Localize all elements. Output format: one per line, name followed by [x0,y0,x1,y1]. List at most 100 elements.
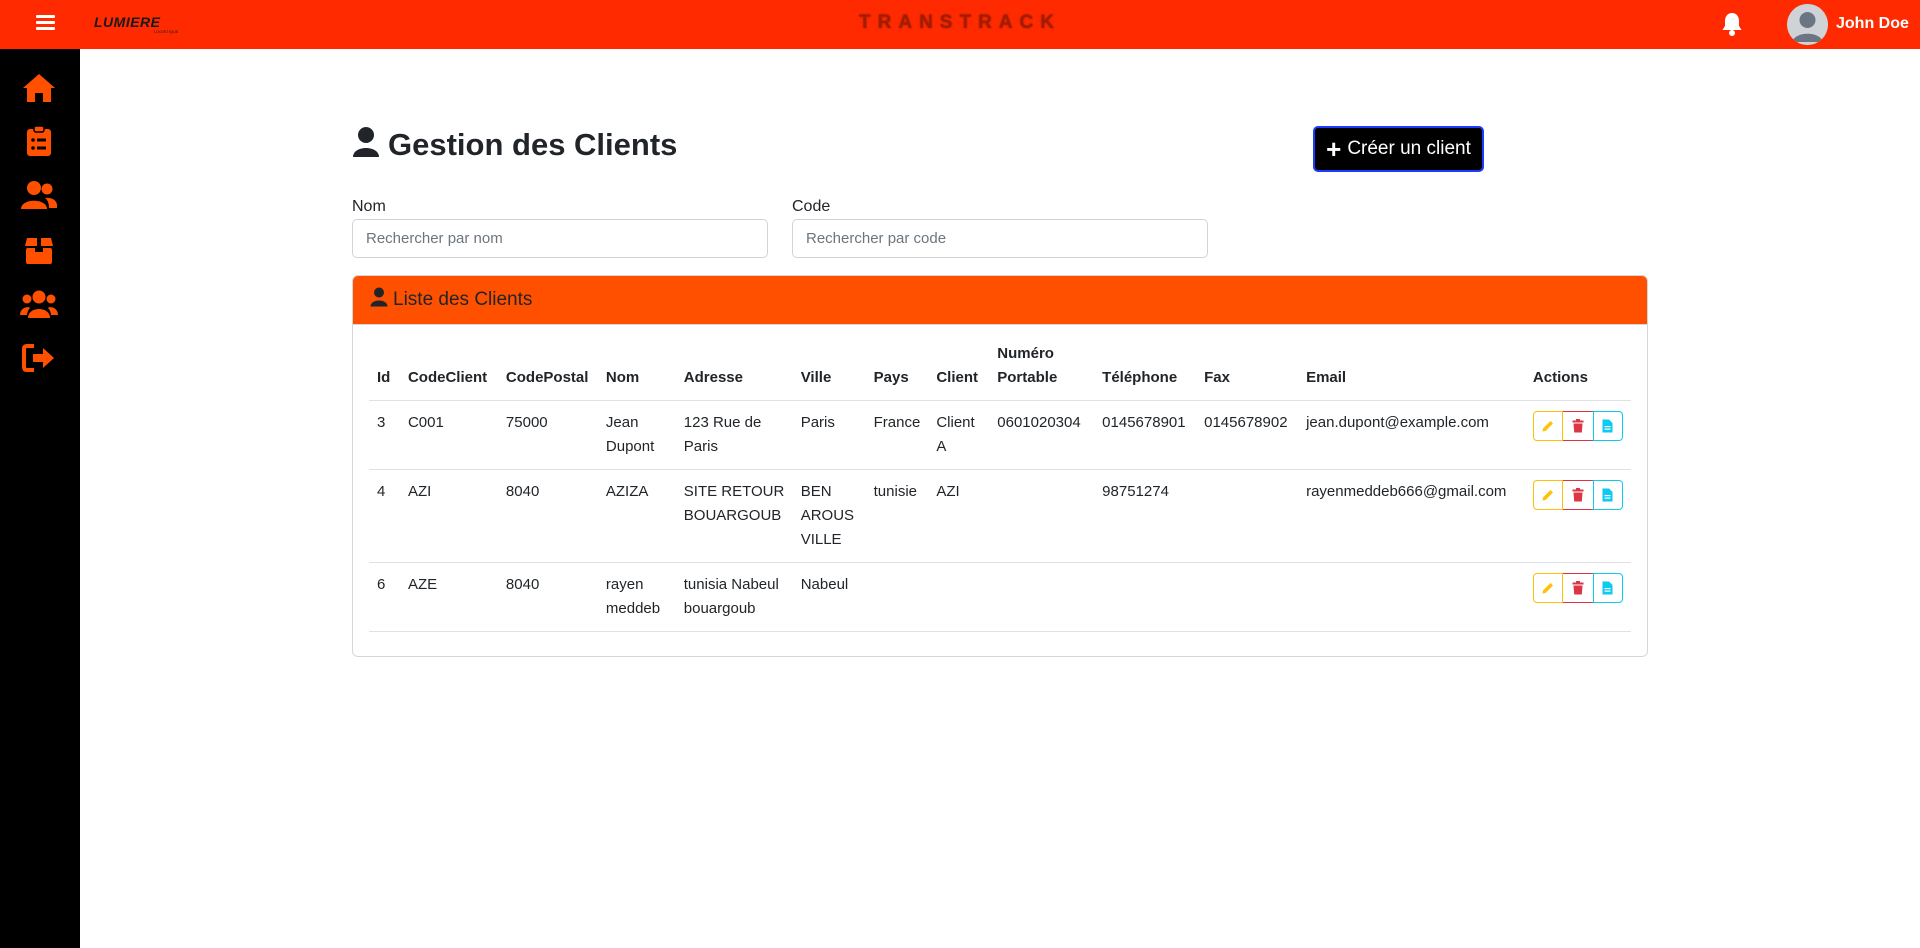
cell-telephone: 98751274 [1094,469,1197,563]
document-icon [1602,581,1613,595]
page-title: Gestion des Clients [352,126,677,163]
delete-button[interactable] [1562,411,1593,441]
bell-icon[interactable] [1720,11,1744,37]
clients-table: Id CodeClient CodePostal Nom Adresse Vil… [369,342,1631,632]
cell-id: 4 [369,469,400,563]
cell-adresse: 123 Rue de Paris [675,400,793,470]
document-icon [1602,419,1613,433]
clipboard-list-icon[interactable] [20,124,58,158]
code-search-input[interactable] [792,219,1208,258]
column-header: Ville [792,342,866,401]
cell-code-client: C001 [399,400,498,470]
cell-ville: Paris [792,400,866,470]
cell-numero-portable [989,469,1095,563]
cell-client [928,562,990,632]
trash-icon [1572,488,1584,502]
row-actions [1532,480,1623,510]
cell-code-postal: 8040 [497,562,598,632]
row-actions [1532,573,1623,603]
delete-button[interactable] [1562,480,1593,510]
cell-client: Client A [928,400,990,470]
user-name[interactable]: John Doe [1836,15,1909,33]
table-header-row: Id CodeClient CodePostal Nom Adresse Vil… [369,342,1631,401]
column-header: Email [1298,342,1525,401]
nom-search-input[interactable] [352,219,768,258]
cell-client: AZI [928,469,990,563]
row-actions [1532,411,1623,441]
plus-icon: + [1326,134,1342,164]
clients-list-card: Liste des Clients Id CodeClient CodePost… [352,275,1648,657]
cell-id: 3 [369,400,400,470]
cell-code-postal: 75000 [497,400,598,470]
delete-button[interactable] [1562,573,1593,603]
sidebar [0,49,80,948]
cell-adresse: tunisia Nabeul bouargoub [675,562,793,632]
page-title-text: Gestion des Clients [388,126,678,162]
cell-email: jean.dupont@example.com [1298,400,1525,470]
cell-id: 6 [369,562,400,632]
group-icon[interactable] [20,287,58,321]
cell-nom: AZIZA [597,469,676,563]
cell-actions [1524,400,1631,470]
document-icon [1602,488,1613,502]
user-icon [352,126,380,163]
cell-email [1298,562,1525,632]
details-button[interactable] [1592,573,1623,603]
table-row: 6 AZE 8040 rayen meddeb tunisia Nabeul b… [369,562,1631,632]
cell-ville: BEN AROUS VILLE [792,469,866,563]
pencil-icon [1542,420,1554,431]
column-header: Numéro Portable [989,342,1095,401]
code-filter-label: Code [792,198,831,215]
column-header: Nom [597,342,676,401]
cell-fax: 0145678902 [1196,400,1299,470]
edit-button[interactable] [1532,573,1563,603]
cell-nom: Jean Dupont [597,400,676,470]
cell-numero-portable [989,562,1095,632]
app-brand-title: TRANSTRACK [859,12,1061,33]
table-row: 4 AZI 8040 AZIZA SITE RETOUR BOUARGOUB B… [369,469,1631,563]
column-header: Id [369,342,400,401]
user-icon [370,287,388,313]
edit-button[interactable] [1532,411,1563,441]
create-client-label: Créer un client [1347,138,1471,159]
create-client-button[interactable]: + Créer un client [1313,126,1484,172]
cell-code-postal: 8040 [497,469,598,563]
users-icon[interactable] [20,178,58,212]
cell-code-client: AZE [399,562,498,632]
column-header: Fax [1196,342,1299,401]
details-button[interactable] [1592,480,1623,510]
cell-code-client: AZI [399,469,498,563]
logo-text: LUMIERE [94,14,161,30]
column-header: Pays [865,342,929,401]
card-title: Liste des Clients [393,289,533,310]
box-icon[interactable] [20,233,58,267]
pencil-icon [1542,489,1554,500]
card-header: Liste des Clients [353,276,1647,325]
column-header: CodePostal [497,342,598,401]
cell-pays: tunisie [865,469,929,563]
home-icon[interactable] [20,71,58,105]
trash-icon [1572,419,1584,433]
logo-subtext: LOGISTIQUE [154,29,179,34]
details-button[interactable] [1592,411,1623,441]
hamburger-menu-icon[interactable] [36,12,60,36]
column-header: Téléphone [1094,342,1197,401]
cell-fax [1196,562,1299,632]
logout-icon[interactable] [20,341,58,375]
table-row: 3 C001 75000 Jean Dupont 123 Rue de Pari… [369,400,1631,470]
cell-pays [865,562,929,632]
cell-email: rayenmeddeb666@gmail.com [1298,469,1525,563]
cell-telephone: 0145678901 [1094,400,1197,470]
trash-icon [1572,581,1584,595]
cell-fax [1196,469,1299,563]
edit-button[interactable] [1532,480,1563,510]
cell-actions [1524,562,1631,632]
column-header: CodeClient [399,342,498,401]
cell-actions [1524,469,1631,563]
column-header: Adresse [675,342,793,401]
column-header: Actions [1524,342,1631,401]
user-avatar[interactable] [1787,4,1828,45]
cell-nom: rayen meddeb [597,562,676,632]
company-logo[interactable]: LUMIERE LOGISTIQUE [94,14,198,34]
cell-numero-portable: 0601020304 [989,400,1095,470]
